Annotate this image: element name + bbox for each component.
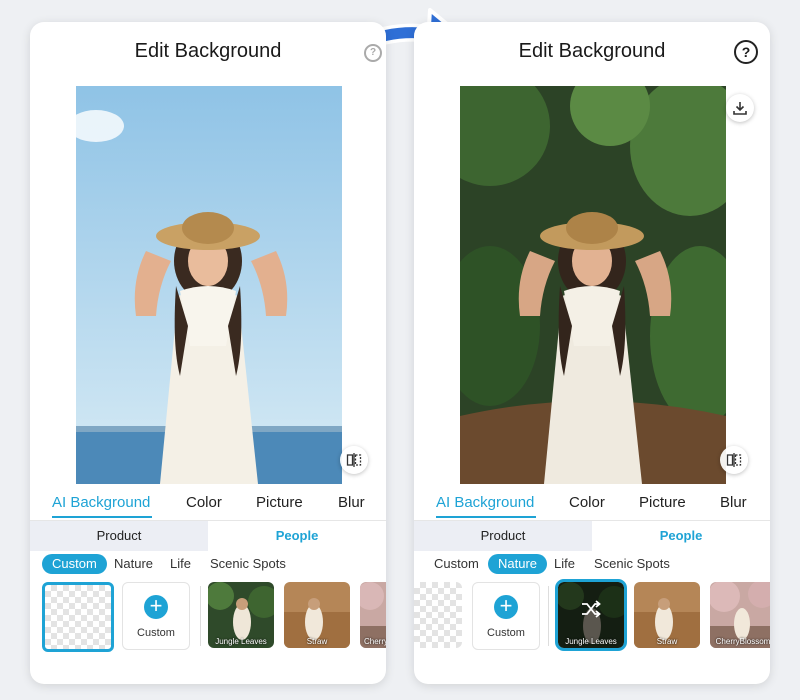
tab-ai-background[interactable]: AI Background <box>436 494 534 511</box>
chip-scenic-spots[interactable]: Scenic Spots <box>594 554 670 574</box>
thumb-cherry-blossom[interactable]: CherryBlossom <box>710 582 770 648</box>
chip-scenic-spots[interactable]: Scenic Spots <box>210 554 286 574</box>
background-thumbnails: + Custom Jungle Leaves Straw CherryBloss… <box>414 579 770 654</box>
divider <box>548 586 549 646</box>
page-title: Edit Background <box>518 40 666 62</box>
category-segment: Product People <box>30 520 386 551</box>
thumb-label: Jungle Leaves <box>565 637 617 646</box>
compare-button[interactable] <box>340 446 368 474</box>
tab-picture[interactable]: Picture <box>256 494 303 511</box>
thumb-label: Jungle Leaves <box>215 637 267 646</box>
before-panel: Edit Background ? AI Background Color Pi… <box>30 22 386 684</box>
tab-color[interactable]: Color <box>186 494 222 511</box>
thumb-cherry[interactable]: Cherry <box>360 582 386 648</box>
divider <box>200 586 201 646</box>
shuffle-icon <box>582 600 601 618</box>
chip-life[interactable]: Life <box>554 554 575 574</box>
tab-picture[interactable]: Picture <box>639 494 686 511</box>
style-chips: Custom Nature Life Scenic Spots <box>414 554 770 576</box>
help-icon[interactable]: ? <box>734 40 758 64</box>
active-tab-indicator <box>436 516 536 518</box>
thumb-straw[interactable]: Straw <box>284 582 350 648</box>
tool-tabs: AI Background Color Picture Blur <box>30 492 386 522</box>
thumb-label: Straw <box>656 637 678 646</box>
custom-upload-tile[interactable]: + Custom <box>122 582 190 650</box>
compare-button[interactable] <box>720 446 748 474</box>
page-title: Edit Background <box>134 40 282 62</box>
compare-icon <box>346 453 362 467</box>
thumb-jungle-leaves[interactable]: Jungle Leaves <box>555 579 627 651</box>
tab-blur[interactable]: Blur <box>338 494 365 511</box>
tool-tabs: AI Background Color Picture Blur <box>414 492 770 522</box>
thumb-jungle-leaves[interactable]: Jungle Leaves <box>208 582 274 648</box>
chip-life[interactable]: Life <box>170 554 191 574</box>
custom-label: Custom <box>487 627 525 639</box>
thumb-label: Cherry <box>364 637 386 646</box>
segment-people[interactable]: People <box>208 521 386 551</box>
category-segment: Product People <box>414 520 770 551</box>
plus-icon: + <box>144 595 168 619</box>
edited-photo <box>460 86 726 484</box>
help-icon[interactable]: ? <box>364 44 382 62</box>
tab-color[interactable]: Color <box>569 494 605 511</box>
thumb-straw[interactable]: Straw <box>634 582 700 648</box>
segment-people[interactable]: People <box>592 521 770 551</box>
compare-icon <box>726 453 742 467</box>
custom-label: Custom <box>137 627 175 639</box>
original-photo <box>76 86 342 484</box>
style-chips: Custom Nature Life Scenic Spots <box>30 554 386 576</box>
background-thumbnails: + Custom Jungle Leaves Straw Cherry <box>30 582 386 654</box>
segment-product[interactable]: Product <box>30 521 208 551</box>
tab-ai-background[interactable]: AI Background <box>52 494 150 511</box>
chip-nature[interactable]: Nature <box>488 554 548 574</box>
chip-nature[interactable]: Nature <box>114 554 153 574</box>
custom-upload-tile[interactable]: + Custom <box>472 582 540 650</box>
thumb-label: Straw <box>306 637 328 646</box>
after-panel: Edit Background ? AI Background Color Pi… <box>414 22 770 684</box>
transparent-option[interactable] <box>414 582 462 648</box>
transparent-option[interactable] <box>42 582 114 652</box>
thumb-label: CherryBlossom <box>715 637 770 646</box>
tab-blur[interactable]: Blur <box>720 494 747 511</box>
active-tab-indicator <box>52 516 152 518</box>
chip-custom[interactable]: Custom <box>42 554 107 574</box>
download-button[interactable] <box>726 94 754 122</box>
chip-custom[interactable]: Custom <box>434 554 479 574</box>
segment-product[interactable]: Product <box>414 521 592 551</box>
download-icon <box>733 102 747 115</box>
plus-icon: + <box>494 595 518 619</box>
